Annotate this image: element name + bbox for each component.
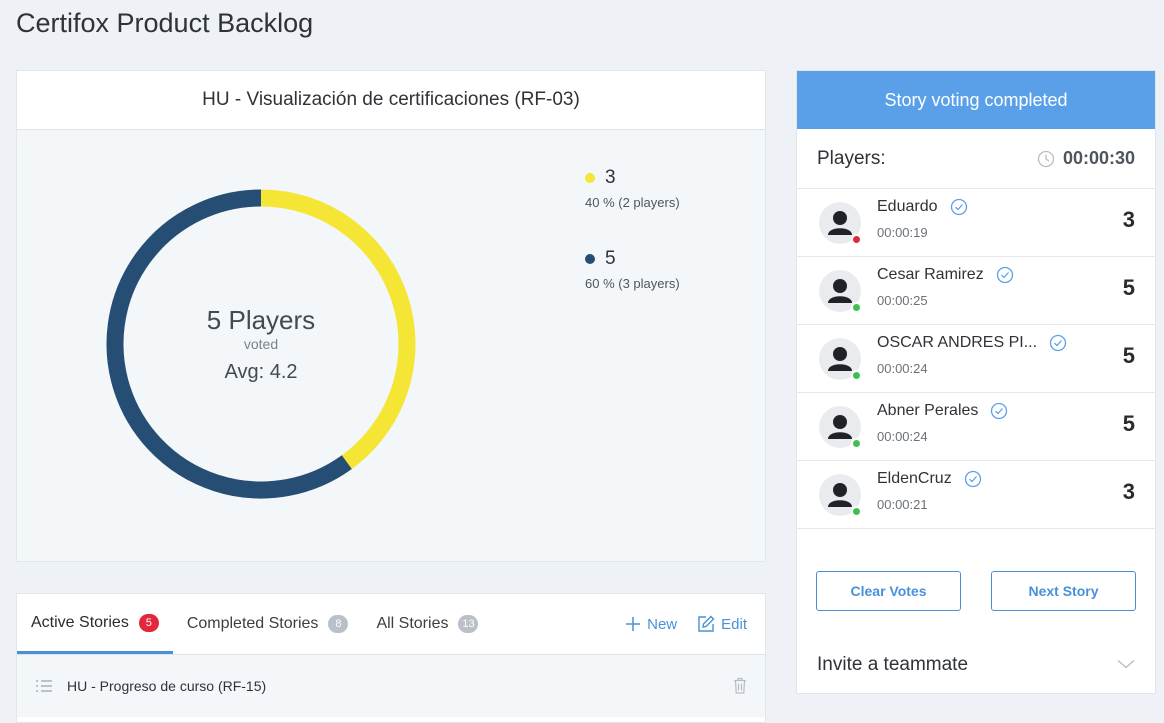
tab-actions: New Edit (605, 594, 747, 654)
average-vote: Avg: 4.2 (224, 360, 298, 383)
tab-label: Active Stories (31, 613, 129, 631)
story-list-item[interactable]: HU - Progreso de curso (RF-15) (17, 655, 765, 717)
story-results-card: HU - Visualización de certificaciones (R… (16, 70, 766, 562)
tab-label: All Stories (376, 615, 449, 632)
drag-list-icon[interactable] (35, 679, 53, 693)
count-badge: 13 (458, 615, 479, 633)
players-count: 5 Players (206, 304, 316, 335)
invite-teammate-toggle[interactable]: Invite a teammate (817, 654, 968, 676)
status-dot (851, 438, 862, 449)
player-vote-time: 00:00:24 (877, 361, 928, 376)
next-story-button[interactable]: Next Story (991, 571, 1136, 611)
stories-tabs: Active Stories 5 Completed Stories 8 All… (17, 594, 765, 655)
status-dot (851, 370, 862, 381)
timer-value: 00:00:30 (1062, 148, 1135, 168)
check-circle-icon (1049, 334, 1067, 352)
player-name: Eduardo (877, 198, 938, 215)
status-dot (851, 302, 862, 313)
player-vote-time: 00:00:24 (877, 429, 928, 444)
player-vote: 5 (1122, 411, 1135, 436)
tab-completed-stories[interactable]: Completed Stories 8 (173, 594, 363, 654)
count-badge: 8 (328, 615, 349, 633)
voting-panel: Story voting completed Players: 00:00:30… (796, 70, 1156, 694)
player-vote: 5 (1122, 343, 1135, 368)
donut-center: 5 Players voted Avg: 4.2 (103, 186, 419, 502)
legend-dot (585, 173, 595, 183)
legend-item: 3 40 % (2 players) (585, 167, 680, 210)
voted-label: voted (243, 335, 279, 352)
count-badge: 5 (138, 613, 159, 632)
players-header: Players: 00:00:30 (797, 129, 1155, 189)
player-vote-time: 00:00:21 (877, 497, 928, 512)
legend-value: 3 (605, 167, 616, 188)
check-circle-icon (996, 266, 1013, 284)
edit-icon (698, 615, 715, 632)
tab-active-stories[interactable]: Active Stories 5 (17, 594, 173, 654)
legend-detail: 60 % (3 players) (585, 276, 680, 291)
edit-label: Edit (721, 615, 747, 633)
edit-stories-button[interactable]: Edit (697, 615, 747, 633)
voting-status: Story voting completed (797, 71, 1155, 129)
legend-dot (585, 254, 595, 264)
results-donut-chart: 5 Players voted Avg: 4.2 (103, 186, 419, 502)
page-title: Certifox Product Backlog (16, 8, 314, 38)
avatar (819, 202, 862, 245)
player-row: EldenCruz 00:00:21 3 (797, 461, 1155, 529)
clear-votes-button[interactable]: Clear Votes (816, 571, 961, 611)
player-row: Abner Perales 00:00:24 5 (797, 393, 1155, 461)
tab-all-stories[interactable]: All Stories 13 (362, 594, 492, 654)
tab-label: Completed Stories (186, 615, 319, 632)
legend-detail: 40 % (2 players) (585, 195, 680, 210)
player-vote-time: 00:00:25 (877, 293, 928, 308)
player-name: Cesar Ramirez (877, 266, 984, 283)
chart-legend: 3 40 % (2 players) 5 60 % (3 players) (585, 167, 680, 329)
player-vote: 5 (1122, 275, 1135, 300)
player-vote: 3 (1122, 207, 1135, 232)
status-dot (851, 234, 862, 245)
avatar (819, 270, 862, 313)
story-title: HU - Progreso de curso (RF-15) (67, 678, 267, 694)
players-list: Eduardo 00:00:19 3 Cesar Ramirez 00:00:2… (797, 189, 1155, 529)
voting-timer: 00:00:30 (1037, 148, 1135, 169)
chevron-down-icon[interactable] (1117, 659, 1135, 669)
player-row: OSCAR ANDRES PI... 00:00:24 5 (797, 325, 1155, 393)
player-vote-time: 00:00:19 (877, 225, 928, 240)
player-vote: 3 (1122, 479, 1135, 504)
player-name: OSCAR ANDRES PI... (877, 334, 1038, 351)
players-label: Players: (817, 147, 886, 169)
status-dot (851, 506, 862, 517)
check-circle-icon (964, 470, 981, 488)
legend-item: 5 60 % (3 players) (585, 248, 680, 291)
trash-icon[interactable] (733, 677, 747, 694)
plus-icon (626, 617, 641, 631)
player-row: Cesar Ramirez 00:00:25 5 (797, 257, 1155, 325)
player-name: Abner Perales (877, 402, 979, 419)
check-circle-icon (991, 402, 1008, 420)
check-circle-icon (950, 198, 967, 216)
clock-icon (1037, 150, 1055, 167)
player-row: Eduardo 00:00:19 3 (797, 189, 1155, 257)
story-title: HU - Visualización de certificaciones (R… (17, 71, 765, 130)
new-label: New (647, 615, 678, 633)
player-name: EldenCruz (877, 470, 952, 487)
new-story-button[interactable]: New (625, 616, 677, 633)
avatar (819, 338, 862, 381)
stories-card: Active Stories 5 Completed Stories 8 All… (16, 593, 766, 723)
avatar (819, 474, 862, 517)
avatar (819, 406, 862, 449)
legend-value: 5 (605, 248, 616, 269)
